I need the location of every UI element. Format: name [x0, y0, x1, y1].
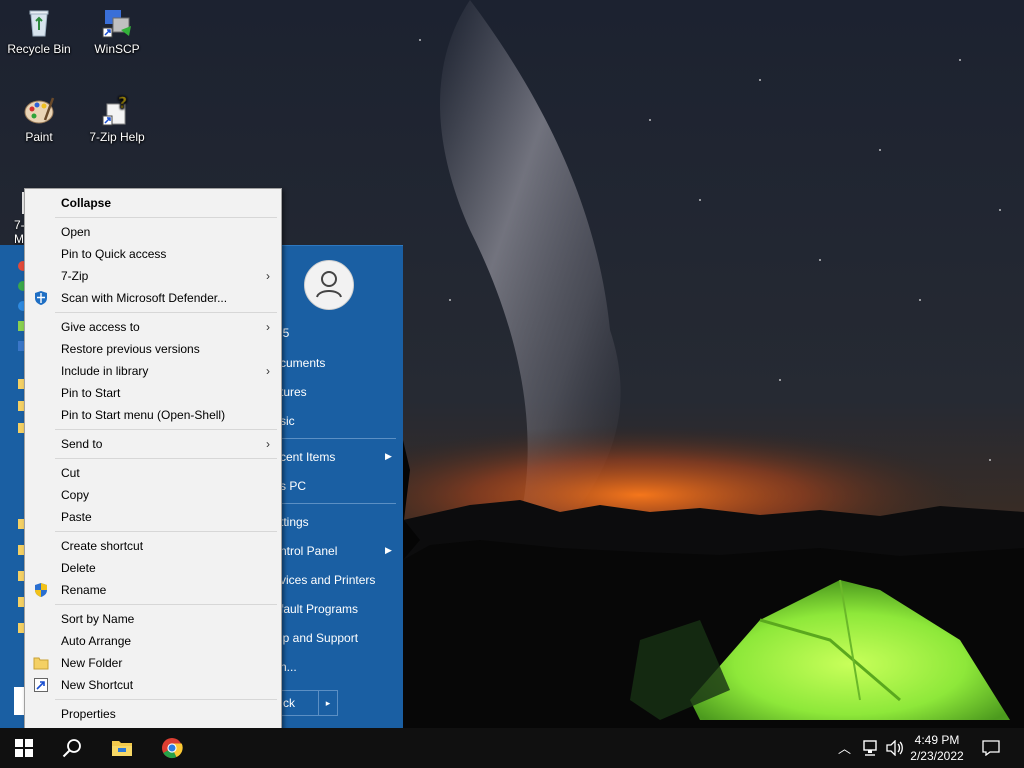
start-item-documents[interactable]: cuments — [280, 351, 395, 375]
paint-icon — [23, 94, 55, 126]
menu-item-restore-versions[interactable]: Restore previous versions — [26, 338, 280, 360]
taskbar-clock[interactable]: 4:49 PM 2/23/2022 — [902, 732, 972, 764]
menu-item-pin-quick-access[interactable]: Pin to Quick access — [26, 243, 280, 265]
menu-item-7zip[interactable]: 7-Zip › — [26, 265, 280, 287]
chevron-right-icon: › — [266, 364, 270, 378]
menu-separator — [55, 312, 277, 313]
search-box[interactable] — [14, 687, 24, 715]
shutdown-options-arrow[interactable]: ▸ — [318, 691, 337, 715]
start-menu-separator — [282, 503, 396, 504]
menu-separator — [55, 217, 277, 218]
menu-item-send-to[interactable]: Send to › — [26, 433, 280, 455]
menu-separator — [55, 458, 277, 459]
start-item-pictures[interactable]: tures — [280, 380, 395, 404]
start-item-music[interactable]: sic — [280, 409, 395, 433]
desktop-icon-7zip-help[interactable]: ? 7-Zip Help — [78, 93, 156, 144]
start-item-settings[interactable]: ttings — [280, 510, 395, 534]
start-item-this-pc[interactable]: s PC — [280, 474, 395, 498]
file-explorer-icon — [112, 741, 132, 756]
menu-item-cut[interactable]: Cut — [26, 462, 280, 484]
menu-item-properties[interactable]: Properties — [26, 703, 280, 725]
defender-shield-icon — [33, 290, 49, 306]
start-item-user-folder[interactable]: l5 — [280, 321, 395, 345]
uac-shield-icon — [33, 582, 49, 598]
winscp-icon — [101, 6, 133, 38]
menu-separator — [55, 604, 277, 605]
taskbar-file-explorer[interactable] — [98, 728, 146, 768]
show-hidden-icons-chevron[interactable]: ︿ — [838, 738, 851, 757]
menu-separator — [55, 699, 277, 700]
start-menu-left-strip — [0, 245, 28, 728]
folder-icon — [33, 655, 49, 671]
menu-item-scan-defender[interactable]: Scan with Microsoft Defender... — [26, 287, 280, 309]
desktop-icon-recycle-bin[interactable]: Recycle Bin — [0, 6, 78, 56]
menu-item-collapse[interactable]: Collapse — [26, 192, 280, 214]
action-center-icon[interactable] — [982, 740, 1000, 759]
clock-date: 2/23/2022 — [910, 749, 964, 763]
search-icon — [62, 739, 81, 758]
help-file-icon: ? — [101, 93, 133, 126]
submenu-arrow-icon: ▶ — [385, 545, 392, 555]
chevron-right-icon: › — [266, 320, 270, 334]
menu-item-new-folder[interactable]: New Folder — [26, 652, 280, 674]
desktop-icon-label: WinSCP — [94, 42, 140, 56]
context-menu: Collapse Open Pin to Quick access 7-Zip ›… — [24, 188, 282, 730]
menu-item-rename[interactable]: Rename — [26, 579, 280, 601]
start-item-run[interactable]: n... — [280, 655, 395, 679]
start-button[interactable] — [0, 728, 48, 768]
start-menu-separator — [282, 438, 396, 439]
shutdown-label: ck — [283, 696, 295, 710]
desktop-icon-label: Paint — [25, 130, 53, 144]
desktop-icon-label: Recycle Bin — [7, 42, 71, 56]
submenu-arrow-icon: ▶ — [385, 451, 392, 461]
desktop-icon-partial[interactable]: 7- M — [8, 188, 32, 246]
start-item-devices-printers[interactable]: vices and Printers — [280, 568, 395, 592]
menu-item-paste[interactable]: Paste — [26, 506, 280, 528]
clock-time: 4:49 PM — [914, 733, 960, 747]
menu-item-delete[interactable]: Delete — [26, 557, 280, 579]
menu-item-open[interactable]: Open — [26, 221, 280, 243]
taskbar-chrome[interactable] — [148, 728, 196, 768]
chrome-icon — [162, 738, 183, 759]
user-icon[interactable] — [304, 260, 354, 310]
chevron-right-icon: › — [266, 269, 270, 283]
shortcut-icon — [33, 677, 49, 693]
menu-item-give-access[interactable]: Give access to › — [26, 316, 280, 338]
desktop-icon-label: M — [14, 232, 24, 246]
menu-item-pin-start-openshell[interactable]: Pin to Start menu (Open-Shell) — [26, 404, 280, 426]
menu-separator — [55, 531, 277, 532]
desktop-icon-winscp[interactable]: WinSCP — [78, 6, 156, 56]
search-button[interactable] — [48, 728, 96, 768]
svg-text:?: ? — [118, 94, 127, 112]
shutdown-button[interactable]: ck ▸ — [280, 690, 338, 716]
desktop-icon-label: 7-Zip Help — [89, 130, 145, 144]
windows-logo-icon — [15, 739, 33, 757]
menu-item-pin-to-start[interactable]: Pin to Start — [26, 382, 280, 404]
menu-item-new-shortcut[interactable]: New Shortcut — [26, 674, 280, 696]
chevron-right-icon: › — [266, 437, 270, 451]
menu-item-create-shortcut[interactable]: Create shortcut — [26, 535, 280, 557]
recycle-bin-icon — [23, 6, 55, 38]
menu-item-include-library[interactable]: Include in library › — [26, 360, 280, 382]
desktop-icon-paint[interactable]: Paint — [0, 94, 78, 144]
menu-item-auto-arrange[interactable]: Auto Arrange — [26, 630, 280, 652]
taskbar: ︿ 4:49 PM 2/23/2022 — [0, 728, 1024, 768]
start-item-control-panel[interactable]: ntrol Panel — [280, 539, 395, 563]
start-item-help-support[interactable]: lp and Support — [280, 626, 395, 650]
menu-item-sort-by-name[interactable]: Sort by Name — [26, 608, 280, 630]
menu-item-copy[interactable]: Copy — [26, 484, 280, 506]
start-item-default-programs[interactable]: fault Programs — [280, 597, 395, 621]
menu-separator — [55, 429, 277, 430]
network-icon[interactable] — [862, 740, 880, 759]
start-item-recent-items[interactable]: cent Items — [280, 445, 395, 469]
